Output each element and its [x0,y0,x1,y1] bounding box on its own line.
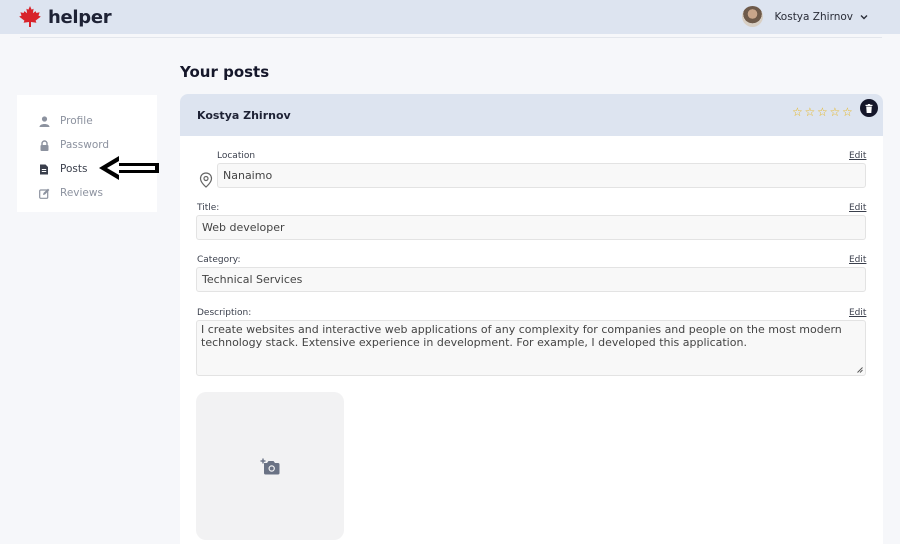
star-icon: ☆ [792,105,803,119]
edit-category-link[interactable]: Edit [849,255,866,265]
location-label: Location [217,151,256,161]
trash-icon [865,103,873,113]
star-icon: ☆ [842,105,853,119]
rating-stars: ☆ ☆ ☆ ☆ ☆ [792,105,855,119]
page-title: Your posts [180,63,270,81]
sidebar-item-profile[interactable]: Profile [17,109,157,133]
logo[interactable]: helper [18,5,112,29]
description-label: Description: [197,308,252,318]
title-label: Title: [197,203,220,213]
sidebar-item-reviews[interactable]: Reviews [17,181,157,205]
category-field[interactable]: Technical Services [196,267,866,292]
sidebar-item-label: Posts [60,163,88,175]
post-card: Kostya Zhirnov ☆ ☆ ☆ ☆ ☆ Location Edit N… [180,94,883,544]
user-name[interactable]: Kostya Zhirnov [774,11,853,23]
post-author: Kostya Zhirnov [197,109,291,122]
edit-icon [38,187,50,199]
sidebar-item-label: Password [60,139,110,151]
top-bar: helper Kostya Zhirnov [0,0,900,34]
user-menu[interactable]: Kostya Zhirnov [742,6,868,27]
star-icon: ☆ [829,105,841,119]
edit-location-link[interactable]: Edit [849,151,866,161]
left-arrow-icon [99,156,159,180]
add-photo-icon [260,458,280,474]
star-icon: ☆ [817,105,828,119]
document-icon [38,163,50,175]
location-field[interactable]: Nanaimo [217,163,866,188]
description-text: I create websites and interactive web ap… [201,323,842,349]
title-field[interactable]: Web developer [196,215,866,240]
lock-icon [38,139,50,151]
chevron-down-icon[interactable] [860,13,868,21]
location-pin-icon [199,172,213,188]
user-icon [38,115,50,127]
sidebar-item-label: Reviews [60,187,103,199]
resize-handle-icon[interactable] [857,367,863,373]
description-field[interactable]: I create websites and interactive web ap… [196,320,866,376]
add-photo-button[interactable] [196,392,344,540]
star-icon: ☆ [804,105,816,119]
logo-text: helper [48,6,112,28]
header-divider [20,37,882,38]
category-label: Category: [197,255,241,265]
delete-post-button[interactable] [860,99,878,117]
edit-title-link[interactable]: Edit [849,203,866,213]
maple-leaf-icon [19,6,41,27]
avatar[interactable] [742,6,764,27]
sidebar-item-label: Profile [60,115,93,127]
edit-description-link[interactable]: Edit [849,308,866,318]
post-card-header: Kostya Zhirnov ☆ ☆ ☆ ☆ ☆ [180,94,883,136]
